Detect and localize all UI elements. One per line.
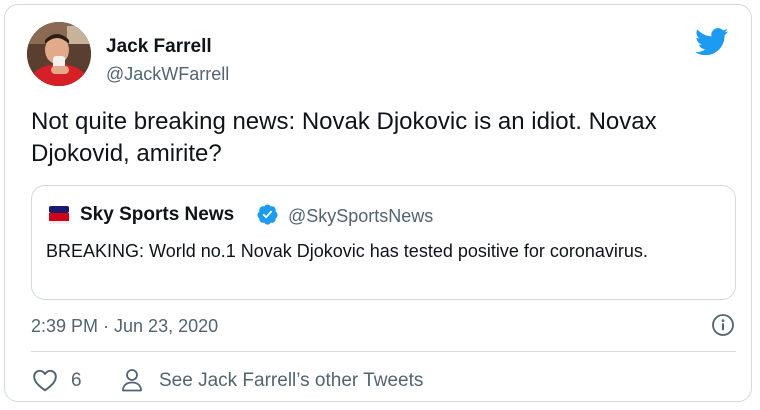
avatar-image (27, 22, 91, 86)
sky-sports-news-logo[interactable] (46, 202, 72, 228)
divider (31, 351, 736, 352)
info-icon[interactable] (711, 313, 735, 337)
embedded-tweet-card[interactable]: Jack Farrell @JackWFarrell Not quite bre… (4, 4, 752, 402)
quoted-tweet-text: BREAKING: World no.1 Novak Djokovic has … (46, 241, 648, 261)
sky-sports-news-logo-icon (46, 202, 72, 228)
verified-badge-icon (257, 204, 278, 225)
tweet-text: Not quite breaking news: Novak Djokovic … (31, 108, 657, 167)
tweet-timestamp[interactable]: 2:39 PM · Jun 23, 2020 (31, 315, 218, 337)
like-count[interactable]: 6 (71, 370, 82, 392)
author-name[interactable]: Jack Farrell (106, 36, 212, 58)
person-icon (122, 369, 142, 392)
see-other-tweets-label: See Jack Farrell’s other Tweets (159, 370, 424, 391)
quoted-tweet[interactable]: Sky Sports News @SkySportsNews BREAKING:… (31, 185, 736, 300)
heart-icon[interactable] (32, 368, 58, 392)
quoted-author-name[interactable]: Sky Sports News (80, 204, 234, 226)
twitter-bird-icon[interactable] (695, 28, 729, 56)
author-avatar[interactable] (27, 22, 91, 86)
quoted-author-handle[interactable]: @SkySportsNews (288, 205, 433, 227)
author-handle[interactable]: @JackWFarrell (106, 63, 229, 85)
